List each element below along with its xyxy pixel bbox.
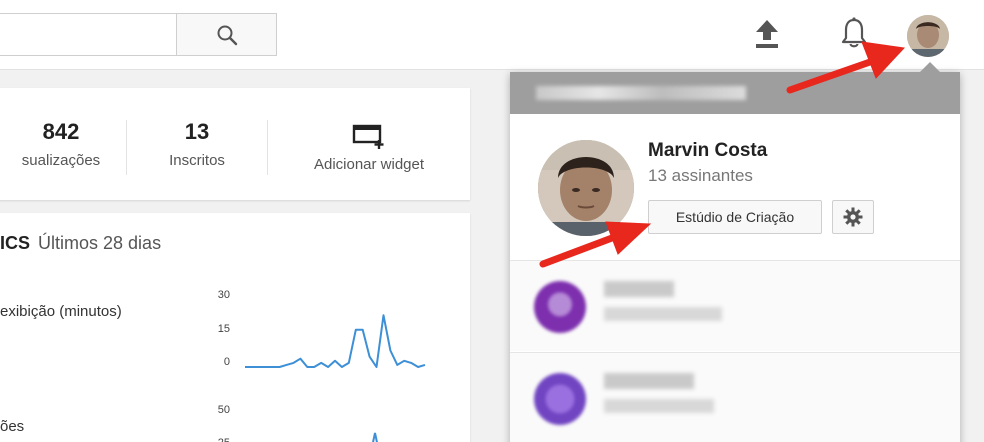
metric-watch-time-label: exibição (minutos): [0, 303, 122, 320]
blurred-account-subtitle: [604, 399, 714, 413]
analytics-range: Últimos 28 dias: [38, 233, 162, 253]
account-email-header: [510, 72, 960, 114]
account-avatar: [534, 373, 586, 425]
avatar[interactable]: [907, 15, 949, 57]
views-count: 842: [42, 119, 80, 144]
analytics-card: ICS Últimos 28 dias exibição (minutos) 30…: [0, 213, 470, 442]
account-avatar: [534, 281, 586, 333]
tick-label: 30: [217, 289, 230, 301]
search-input[interactable]: [0, 13, 176, 56]
watch-time-sparkline: [245, 314, 426, 368]
sparkline-series: [245, 314, 426, 368]
bell-icon[interactable]: [838, 16, 870, 50]
account-item[interactable]: [510, 261, 960, 351]
sparkline-series: [372, 432, 378, 442]
blurred-account-name: [604, 281, 674, 297]
add-widget-button[interactable]: Adicionar widget: [268, 122, 470, 176]
profile-avatar[interactable]: [538, 140, 634, 236]
upload-icon[interactable]: [752, 18, 782, 50]
search-icon: [217, 25, 237, 45]
stats-card: 842 sualizações 13 Inscritos Adicionar w…: [0, 88, 470, 200]
tick-label: 15: [217, 323, 230, 335]
tick-label: 50: [217, 404, 230, 416]
add-widget-icon: [352, 124, 384, 149]
gear-icon: [843, 207, 863, 227]
profile-photo: [538, 140, 634, 236]
analytics-heading: ICS: [0, 233, 31, 253]
profile-subscribers: 13 assinantes: [648, 166, 753, 185]
metric-views-label: ões: [0, 418, 25, 435]
stat-subscribers: 13 Inscritos: [127, 118, 267, 172]
subscribers-label: Inscritos: [169, 152, 225, 169]
tick-label: 0: [223, 356, 230, 368]
views-label: sualizações: [21, 152, 101, 169]
stat-views: 842 sualizações: [0, 118, 126, 172]
analytics-title: ICS Últimos 28 dias: [0, 233, 161, 254]
profile-name: Marvin Costa: [648, 140, 768, 161]
top-bar: [0, 0, 984, 70]
account-menu: Marvin Costa 13 assinantes Estúdio de Cr…: [510, 62, 960, 442]
avatar-photo: [907, 15, 949, 57]
add-widget-label: Adicionar widget: [313, 156, 425, 173]
tick-label: 25: [206, 437, 230, 442]
menu-caret: [920, 62, 940, 72]
creator-studio-button[interactable]: Estúdio de Criação: [648, 200, 822, 234]
search-button[interactable]: [176, 13, 277, 56]
views-sparkline: [372, 432, 378, 442]
settings-button[interactable]: [832, 200, 874, 234]
blurred-account-name: [604, 373, 694, 389]
blurred-email: [536, 86, 746, 100]
account-item[interactable]: [510, 353, 960, 442]
subscribers-count: 13: [184, 119, 210, 144]
blurred-account-subtitle: [604, 307, 722, 321]
